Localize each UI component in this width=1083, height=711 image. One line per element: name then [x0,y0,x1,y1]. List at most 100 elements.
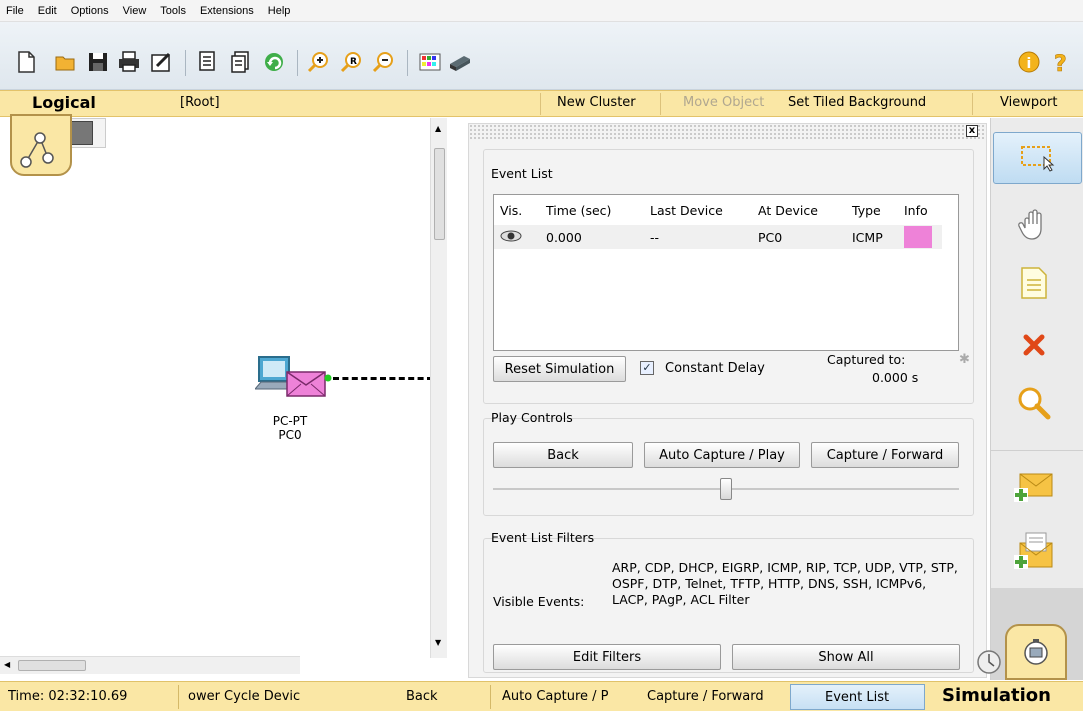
simulation-time: Time: 02:32:10.69 [8,689,128,704]
place-note-icon[interactable] [1011,260,1057,306]
help-icon[interactable]: ? [1049,50,1073,74]
captured-to-value: 0.000 s [872,370,919,385]
auto-capture-play-button[interactable]: Auto Capture / Play [644,442,800,468]
status-separator [178,685,179,709]
scroll-down-arrow[interactable]: ▼ [435,638,441,647]
constant-delay-checkbox[interactable]: ✓ [640,361,654,375]
event-last-device: -- [650,229,660,245]
navigation-button[interactable] [10,114,72,176]
event-list-toggle[interactable]: Event List [790,684,925,710]
status-capture-forward-button[interactable]: Capture / Forward [647,689,785,704]
visible-events-label: Visible Events: [493,594,585,609]
event-at-device: PC0 [758,229,783,245]
status-auto-capture-button[interactable]: Auto Capture / P [502,689,637,704]
undo-icon[interactable] [262,50,286,74]
logical-tab[interactable]: Logical [32,93,96,112]
print-icon[interactable] [117,50,141,74]
add-simple-pdu-icon[interactable] [1011,464,1057,510]
root-breadcrumb[interactable]: [Root] [180,95,220,110]
right-toolbar-divider [991,450,1083,451]
zoom-reset-icon[interactable]: R [339,50,363,74]
menu-edit[interactable]: Edit [38,5,57,17]
delete-icon[interactable] [1011,322,1057,368]
info-icon[interactable]: i [1017,50,1041,74]
event-list-table[interactable]: Vis. Time (sec) Last Device At Device Ty… [493,194,959,351]
horizontal-scroll-thumb[interactable] [18,660,86,671]
select-icon[interactable] [993,132,1082,184]
column-at-device[interactable]: At Device [752,195,846,225]
realtime-clock-icon[interactable] [975,648,1003,676]
zoom-out-icon[interactable] [371,50,395,74]
simulation-mode-label[interactable]: Simulation [942,685,1051,706]
custom-device-icon[interactable] [448,50,472,74]
paste-icon[interactable] [229,50,253,74]
simulation-mode-button[interactable] [1005,624,1067,680]
back-button[interactable]: Back [493,442,633,468]
new-cluster-button[interactable]: New Cluster [557,95,636,110]
activity-wizard-icon[interactable] [149,50,173,74]
menu-view[interactable]: View [123,5,147,17]
event-list-toggle-label: Event List [825,690,890,705]
vertical-scroll-thumb[interactable] [434,148,445,240]
toolbar-separator [185,50,186,76]
copy-icon[interactable] [196,50,220,74]
event-info-color[interactable] [904,226,932,248]
cluster-device-icon [71,121,93,145]
logical-workspace-bar: Logical [Root] New Cluster Move Object S… [0,90,1083,117]
event-list-filters-title: Event List Filters [491,530,595,545]
pc-device-icon[interactable] [255,353,335,413]
play-controls-title: Play Controls [491,410,573,425]
menu-file[interactable]: File [6,5,24,17]
add-complex-pdu-icon[interactable] [1011,528,1057,574]
zoom-in-icon[interactable] [306,50,330,74]
set-tiled-background-button[interactable]: Set Tiled Background [788,95,926,110]
edit-filters-button[interactable]: Edit Filters [493,644,721,670]
menu-tools[interactable]: Tools [160,5,186,17]
column-vis[interactable]: Vis. [494,195,540,225]
logical-workspace[interactable]: PC-PT PC0 [0,114,445,658]
capture-forward-button[interactable]: Capture / Forward [811,442,959,468]
captured-to-label: Captured to: [827,352,906,367]
workspace-vertical-scrollbar[interactable]: ▲ ▼ [430,118,447,658]
new-icon[interactable] [14,50,38,74]
palette-icon[interactable] [418,50,442,74]
save-icon[interactable] [86,50,110,74]
network-link[interactable] [333,377,433,380]
column-last-device[interactable]: Last Device [644,195,752,225]
show-all-button[interactable]: Show All [732,644,960,670]
menu-help[interactable]: Help [268,5,291,17]
viewport-button[interactable]: Viewport [1000,95,1058,110]
device-name-label: PC0 [278,428,302,442]
menu-options[interactable]: Options [71,5,109,17]
status-separator [490,685,491,709]
event-list-title: Event List [491,166,553,181]
open-icon[interactable] [54,50,78,74]
toolbar-separator [407,50,408,76]
visibility-cell[interactable] [494,225,540,249]
play-speed-slider-thumb[interactable] [720,478,732,500]
close-panel-button[interactable]: x [966,125,978,137]
column-info[interactable]: Info [898,195,942,225]
column-type[interactable]: Type [846,195,898,225]
event-row[interactable]: 0.000 -- PC0 ICMP [494,225,942,249]
right-toolbar [977,118,1083,680]
svg-text:i: i [1027,56,1032,72]
move-layout-icon[interactable] [1011,202,1057,248]
menu-extensions[interactable]: Extensions [200,5,254,17]
eye-icon[interactable] [500,229,522,243]
scroll-left-arrow[interactable]: ◀ [4,660,10,669]
reset-simulation-button[interactable]: Reset Simulation [493,356,626,382]
device-label: PC-PT PC0 [260,414,320,442]
event-info-cell[interactable] [898,225,942,249]
column-time[interactable]: Time (sec) [540,195,644,225]
event-time: 0.000 [546,229,582,245]
svg-text:?: ? [1054,52,1067,74]
workspace-horizontal-scrollbar[interactable]: ◀ [0,656,300,674]
status-back-button[interactable]: Back [406,689,438,704]
scroll-up-arrow[interactable]: ▲ [435,124,441,133]
inspect-icon[interactable] [1011,380,1057,426]
power-cycle-devices-button[interactable]: ower Cycle Devic [188,689,328,704]
bar-separator [972,93,973,115]
link-status-dot [324,374,332,382]
panel-drag-handle[interactable] [469,124,986,139]
